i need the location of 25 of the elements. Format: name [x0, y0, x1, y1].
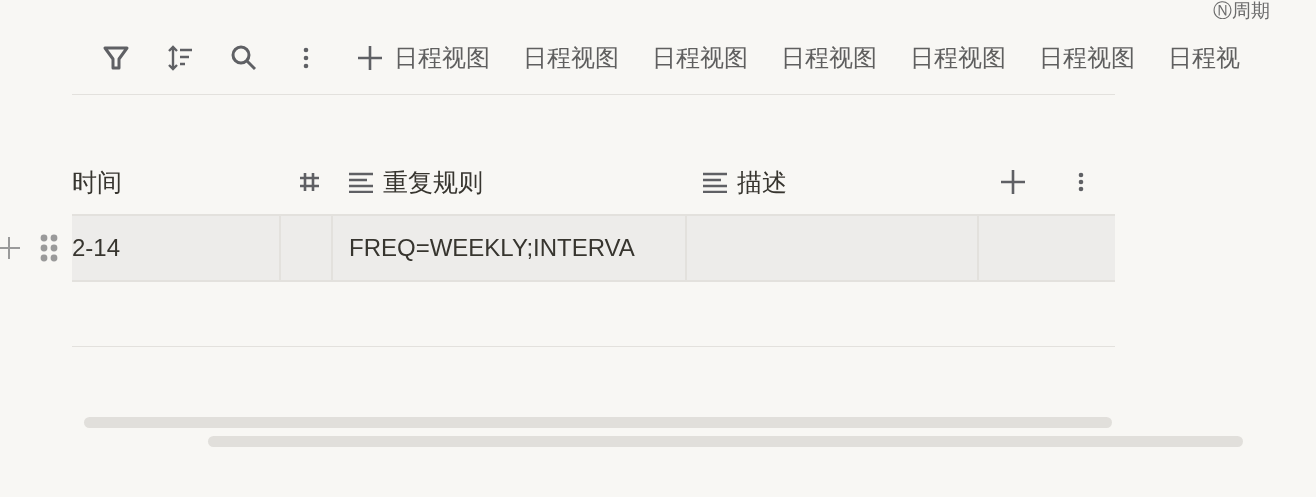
- view-tab[interactable]: 日程视图: [394, 42, 523, 74]
- search-icon[interactable]: [230, 44, 258, 72]
- add-column-icon[interactable]: [999, 168, 1027, 196]
- cycle-tag: Ⓝ周期: [1213, 0, 1270, 22]
- drag-handle-icon[interactable]: [40, 234, 58, 262]
- table-cell: 2-14: [72, 214, 281, 282]
- text-icon: [703, 171, 727, 193]
- view-tab[interactable]: 日程视图: [910, 42, 1039, 74]
- column-header[interactable]: 时间: [72, 165, 122, 199]
- view-tab[interactable]: 日程视图: [523, 42, 652, 74]
- column-header[interactable]: 描述: [737, 165, 787, 199]
- filter-icon[interactable]: [102, 44, 130, 72]
- table-cell: FREQ=WEEKLY;INTERVA: [333, 214, 687, 282]
- view-tab[interactable]: 日程视图: [1039, 42, 1168, 74]
- view-tab[interactable]: 日程视图: [781, 42, 910, 74]
- horizontal-scrollbar[interactable]: [84, 417, 1112, 428]
- column-header[interactable]: 重复规则: [383, 165, 483, 199]
- sort-icon[interactable]: [166, 44, 194, 72]
- add-row-icon[interactable]: [0, 237, 20, 259]
- text-icon: [349, 171, 373, 193]
- view-tab[interactable]: 日程视: [1168, 42, 1297, 74]
- number-icon: [297, 171, 321, 193]
- horizontal-scrollbar[interactable]: [208, 436, 1243, 447]
- view-tab[interactable]: 日程视图: [652, 42, 781, 74]
- add-icon[interactable]: [356, 44, 384, 72]
